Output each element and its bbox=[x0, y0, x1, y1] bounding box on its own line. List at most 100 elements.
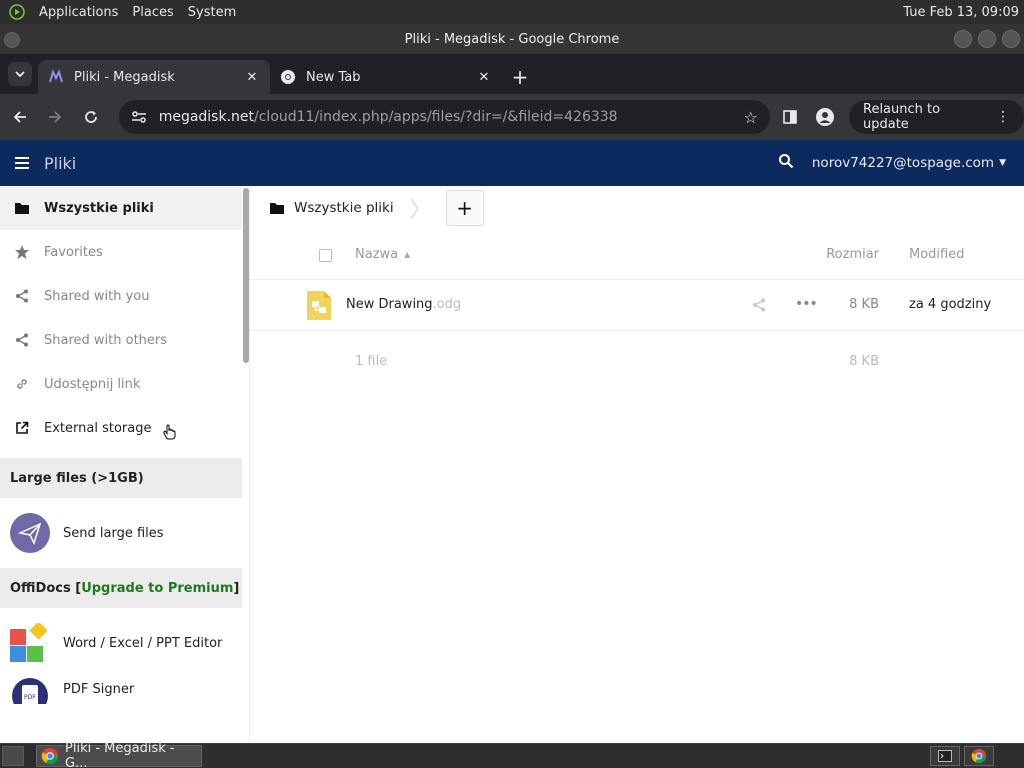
window-menu-icon[interactable] bbox=[4, 32, 20, 48]
external-link-icon bbox=[13, 421, 31, 435]
sidebar-item-label: Udostępnij link bbox=[44, 376, 141, 392]
side-panel-icon bbox=[782, 110, 797, 124]
tray-chrome-icon[interactable] bbox=[964, 746, 994, 766]
file-size: 8 KB bbox=[849, 297, 879, 312]
window-title: Pliki - Megadisk - Google Chrome bbox=[404, 31, 620, 47]
file-list-header: Nazwa ▲ Rozmiar Modified bbox=[250, 230, 1024, 280]
column-size-header[interactable]: Rozmiar bbox=[826, 247, 879, 262]
sidebar-item-external-storage[interactable]: External storage bbox=[0, 406, 242, 450]
profile-avatar-icon bbox=[816, 108, 835, 126]
address-bar[interactable]: megadisk.net/cloud11/index.php/apps/file… bbox=[118, 100, 770, 134]
app-name[interactable]: Pliki bbox=[44, 154, 76, 173]
chevron-down-icon bbox=[15, 71, 25, 78]
content-area: Wszystkie pliki Favorites Shared with yo… bbox=[0, 186, 1024, 743]
file-row[interactable]: New Drawing.odg ••• 8 KB za 4 godziny bbox=[250, 280, 1024, 331]
drawing-file-icon bbox=[307, 291, 331, 320]
places-menu[interactable]: Places bbox=[125, 5, 180, 20]
forward-button[interactable] bbox=[40, 101, 72, 133]
breadcrumb: Wszystkie pliki 〉 + bbox=[250, 186, 1024, 230]
file-count: 1 file bbox=[355, 354, 388, 369]
link-icon bbox=[13, 377, 31, 391]
side-panel-button[interactable] bbox=[774, 101, 806, 133]
os-taskbar: Pliki - Megadisk - G... bbox=[0, 741, 1024, 768]
search-icon[interactable] bbox=[778, 153, 794, 173]
taskbar-window-label: Pliki - Megadisk - G... bbox=[65, 741, 175, 768]
kebab-menu-icon: ⋮ bbox=[995, 109, 1010, 125]
sidebar-item-all-files[interactable]: Wszystkie pliki bbox=[0, 186, 242, 230]
chrome-favicon-icon bbox=[280, 69, 296, 85]
show-desktop-button[interactable] bbox=[2, 746, 24, 766]
sidebar-item-shared-with-you[interactable]: Shared with you bbox=[0, 274, 242, 318]
share-icon[interactable] bbox=[752, 298, 766, 316]
site-info-icon[interactable] bbox=[131, 110, 151, 124]
office-editor-link[interactable]: Word / Excel / PPT Editor bbox=[0, 608, 242, 676]
office-editor-label: Word / Excel / PPT Editor bbox=[63, 635, 223, 651]
url-host: megadisk.net bbox=[158, 109, 255, 125]
close-tab-icon[interactable]: ✕ bbox=[476, 70, 492, 85]
applications-menu[interactable]: Applications bbox=[32, 5, 125, 20]
file-basename: New Drawing bbox=[346, 297, 433, 312]
upgrade-to-premium-link[interactable]: Upgrade to Premium bbox=[81, 581, 233, 596]
column-name-header[interactable]: Nazwa ▲ bbox=[355, 247, 410, 262]
megadisk-favicon-icon bbox=[48, 69, 64, 85]
os-top-panel: Applications Places System Tue Feb 13, 0… bbox=[0, 0, 1024, 24]
sidebar-item-favorites[interactable]: Favorites bbox=[0, 230, 242, 274]
office-tiles-icon bbox=[10, 623, 50, 663]
close-window-button[interactable] bbox=[1002, 30, 1020, 48]
more-actions-icon[interactable]: ••• bbox=[795, 296, 818, 312]
system-menu[interactable]: System bbox=[181, 5, 243, 20]
user-menu[interactable]: norov74227@tospage.com ▼ bbox=[812, 155, 1006, 171]
file-summary-row: 1 file 8 KB bbox=[250, 331, 1024, 391]
sidebar-item-label: Shared with others bbox=[44, 332, 168, 348]
reload-button[interactable] bbox=[75, 101, 107, 133]
taskbar-window-chrome[interactable]: Pliki - Megadisk - G... bbox=[36, 741, 202, 768]
distro-logo-icon[interactable] bbox=[8, 3, 26, 21]
new-tab-button[interactable]: + bbox=[506, 63, 534, 91]
close-tab-icon[interactable]: ✕ bbox=[244, 70, 260, 85]
minimize-button[interactable] bbox=[954, 30, 972, 48]
back-button[interactable] bbox=[4, 101, 36, 133]
sidebar-item-share-link[interactable]: Udostępnij link bbox=[0, 362, 242, 406]
arrow-left-icon bbox=[13, 111, 26, 123]
clock[interactable]: Tue Feb 13, 09:09 bbox=[903, 5, 1024, 20]
tab-search-button[interactable] bbox=[8, 62, 32, 86]
window-titlebar[interactable]: Pliki - Megadisk - Google Chrome bbox=[0, 24, 1024, 54]
select-all-checkbox[interactable] bbox=[319, 249, 332, 262]
tab-title: New Tab bbox=[306, 69, 361, 85]
file-extension: .odg bbox=[432, 297, 462, 312]
user-email: norov74227@tospage.com bbox=[811, 155, 995, 171]
chrome-icon bbox=[41, 747, 59, 765]
tab-strip: Pliki - Megadisk ✕ New Tab ✕ + bbox=[0, 54, 1024, 94]
sidebar-item-label: Wszystkie pliki bbox=[44, 200, 154, 216]
reload-icon bbox=[85, 111, 97, 123]
relaunch-to-update-button[interactable]: Relaunch to update ⋮ bbox=[849, 100, 1024, 134]
tray-terminal-icon[interactable] bbox=[930, 746, 960, 766]
maximize-button[interactable] bbox=[978, 30, 996, 48]
profile-button[interactable] bbox=[809, 101, 841, 133]
file-name[interactable]: New Drawing.odg bbox=[346, 297, 461, 312]
breadcrumb-home[interactable]: Wszystkie pliki bbox=[269, 200, 394, 216]
relaunch-label: Relaunch to update bbox=[863, 102, 941, 132]
star-icon bbox=[13, 244, 31, 260]
hamburger-menu-icon[interactable] bbox=[0, 156, 44, 170]
offidocs-heading: OffiDocs [Upgrade to Premium] bbox=[0, 568, 242, 608]
column-modified-header[interactable]: Modified bbox=[909, 247, 964, 262]
bookmark-star-icon[interactable]: ☆ bbox=[744, 108, 758, 127]
pdf-signer-link[interactable]: PDF PDF Signer bbox=[0, 676, 242, 704]
share-icon bbox=[13, 333, 31, 347]
tab-new-tab[interactable]: New Tab ✕ bbox=[270, 60, 502, 94]
pdf-signer-label: PDF Signer bbox=[63, 682, 135, 697]
new-file-button[interactable]: + bbox=[445, 190, 484, 226]
browser-toolbar: megadisk.net/cloud11/index.php/apps/file… bbox=[0, 94, 1024, 140]
caret-down-icon: ▼ bbox=[999, 158, 1006, 168]
folder-icon bbox=[269, 201, 285, 215]
large-files-heading: Large files (>1GB) bbox=[0, 458, 242, 498]
breadcrumb-label: Wszystkie pliki bbox=[294, 200, 394, 216]
tab-pliki-megadisk[interactable]: Pliki - Megadisk ✕ bbox=[38, 60, 270, 94]
sidebar-item-label: Favorites bbox=[44, 244, 103, 260]
offidocs-heading-prefix: OffiDocs [ bbox=[10, 580, 82, 596]
breadcrumb-chevron-icon: 〉 bbox=[409, 198, 432, 223]
sidebar-item-shared-with-others[interactable]: Shared with others bbox=[0, 318, 242, 362]
send-large-files-link[interactable]: Send large files bbox=[0, 498, 242, 568]
svg-text:PDF: PDF bbox=[24, 694, 36, 701]
